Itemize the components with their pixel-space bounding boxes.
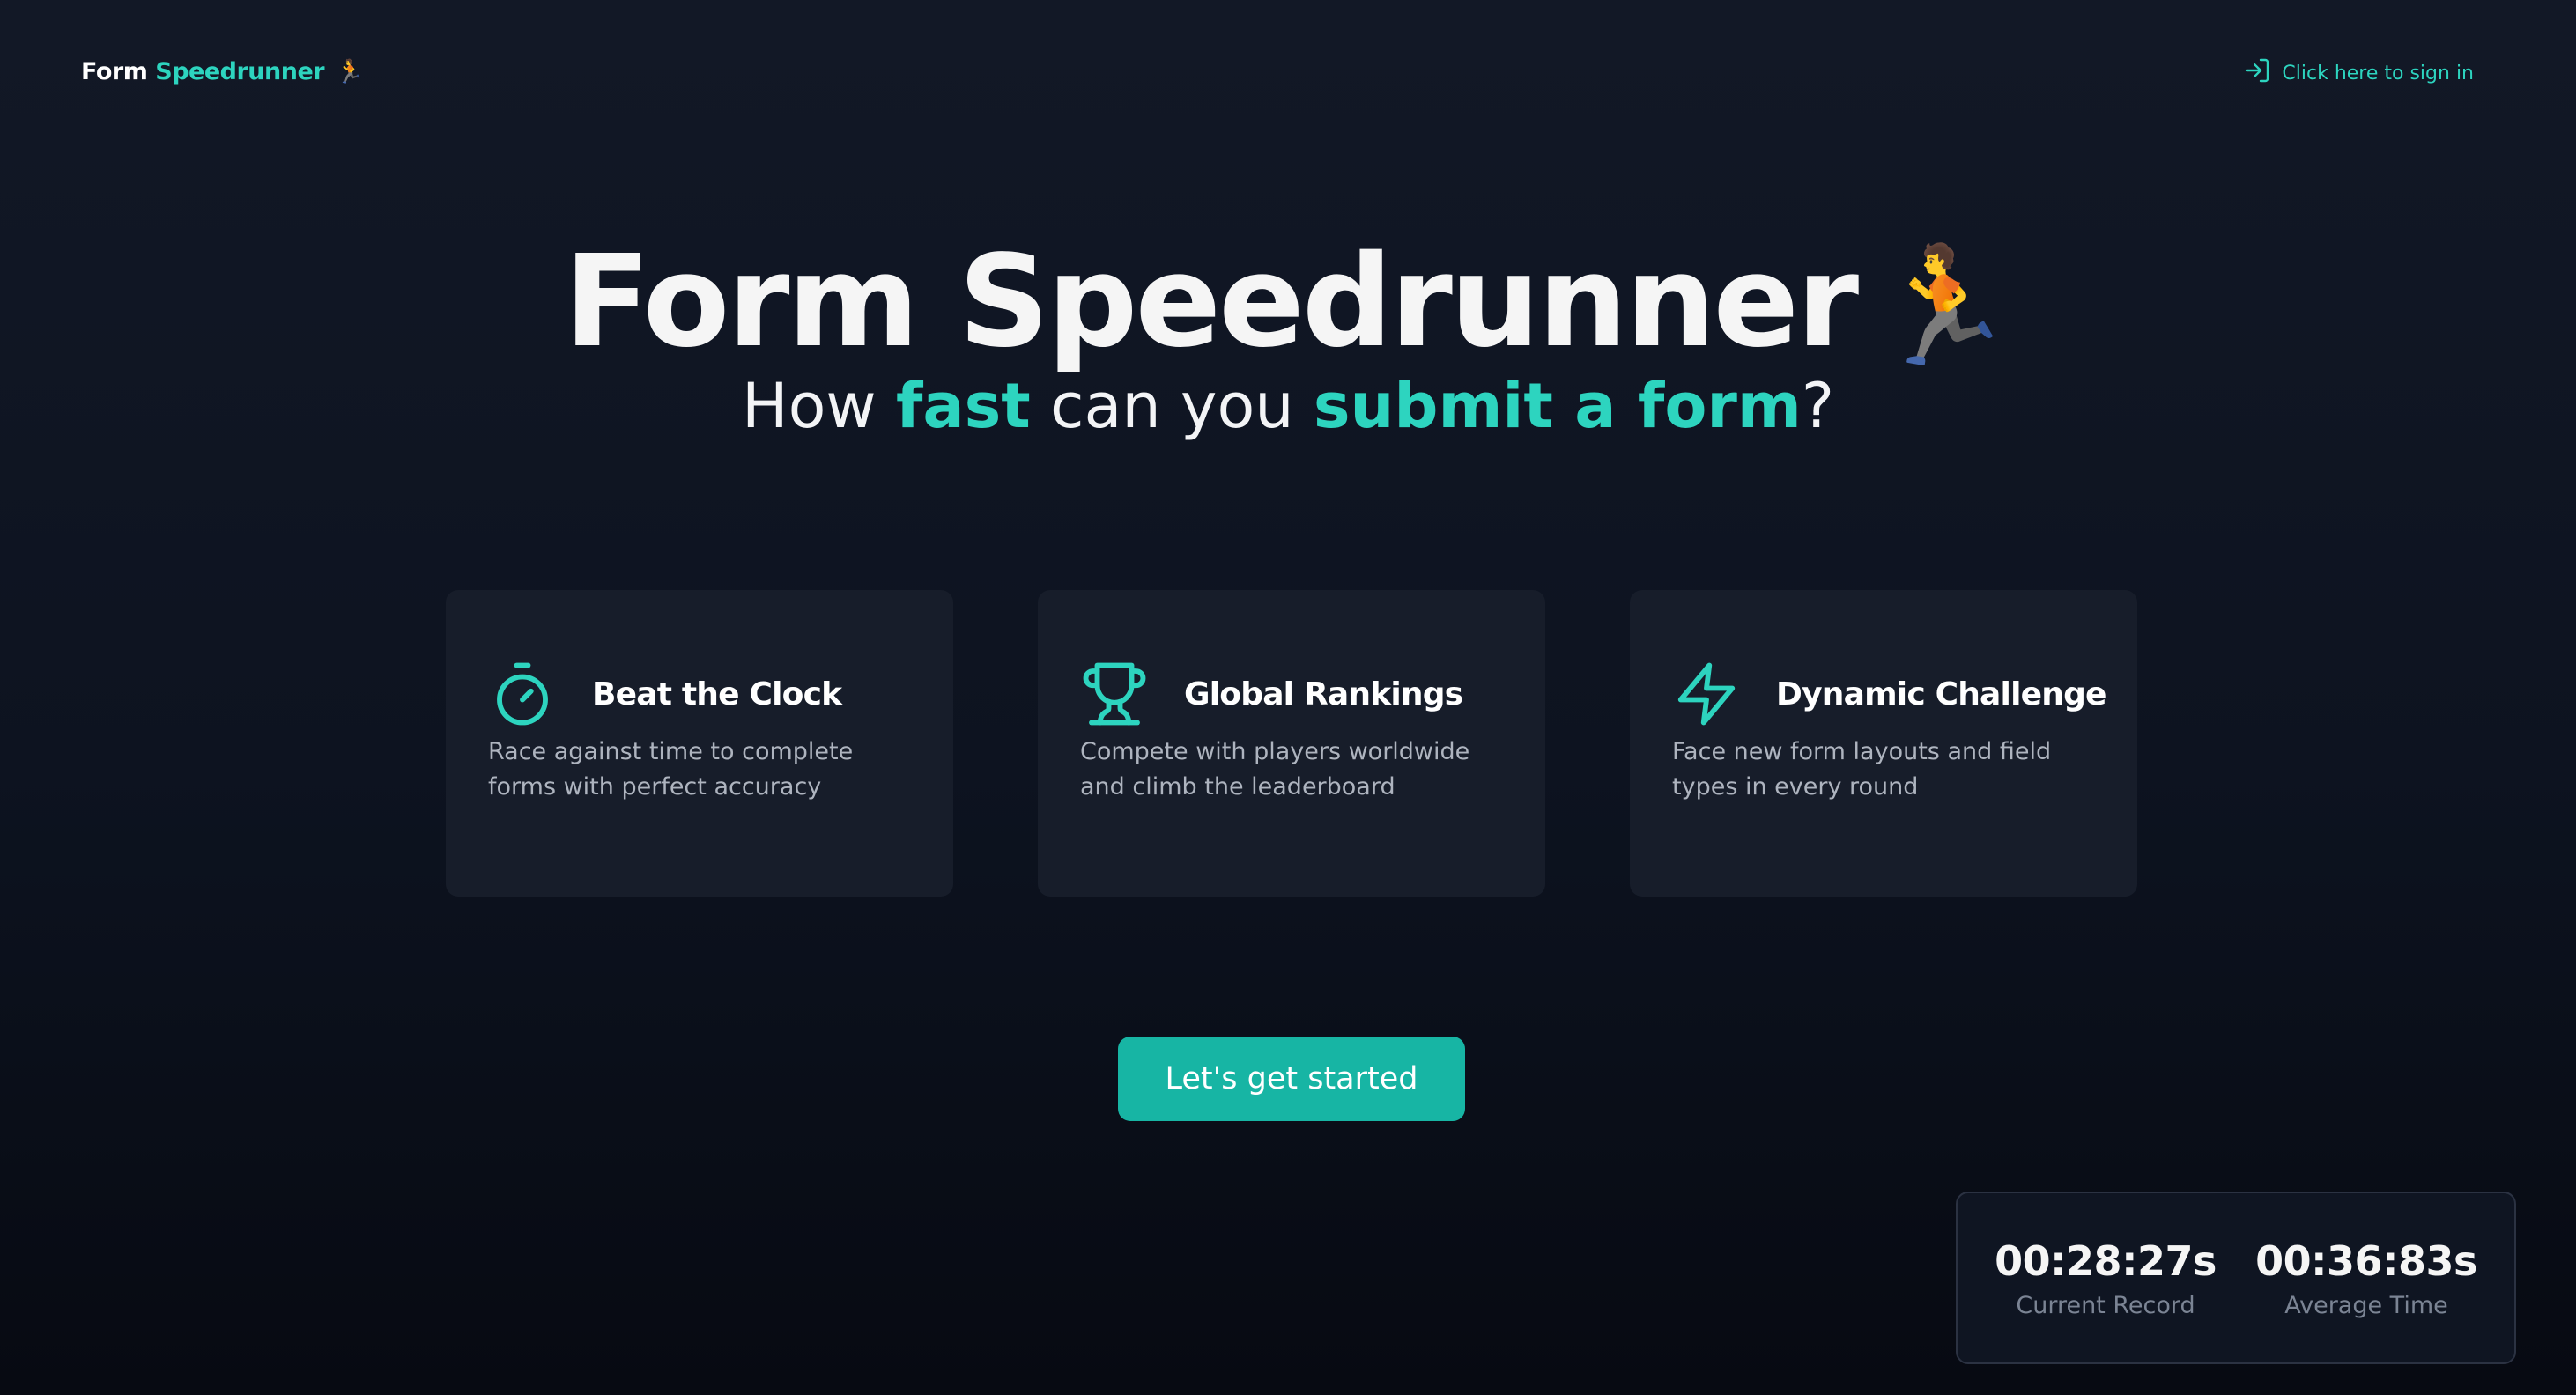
subtitle-part: can you: [1030, 370, 1314, 442]
sign-in-label: Click here to sign in: [2282, 62, 2474, 85]
page-title: Form Speedrunner 🏃: [0, 238, 2576, 365]
subtitle-accent-fast: fast: [895, 370, 1031, 442]
subtitle-accent-submit: submit a form: [1313, 370, 1802, 442]
stats-panel: 00:28:27s Current Record 00:36:83s Avera…: [1956, 1192, 2516, 1364]
runner-emoji-icon: 🏃: [1872, 239, 2015, 373]
stopwatch-icon: [488, 660, 557, 728]
sign-in-icon: [2243, 56, 2271, 90]
trophy-icon: [1080, 660, 1149, 728]
feature-card-global-rankings: Global Rankings Compete with players wor…: [1038, 590, 1545, 897]
page-subtitle: How fast can you submit a form?: [0, 375, 2576, 437]
stat-average-time: 00:36:83s Average Time: [2255, 1237, 2477, 1319]
logo[interactable]: Form Speedrunner 🏃: [81, 58, 364, 85]
logo-word-speedrunner: Speedrunner: [155, 58, 325, 85]
feature-title: Beat the Clock: [592, 675, 842, 712]
logo-word-form: Form: [81, 58, 148, 85]
feature-card-dynamic-challenge: Dynamic Challenge Face new form layouts …: [1630, 590, 2137, 897]
get-started-button[interactable]: Let's get started: [1118, 1037, 1465, 1121]
page-title-text: Form Speedrunner: [564, 227, 1859, 375]
feature-title: Global Rankings: [1184, 675, 1463, 712]
feature-description: Compete with players worldwide and climb…: [1080, 738, 1470, 801]
feature-cards: Beat the Clock Race against time to comp…: [446, 590, 2137, 897]
current-record-label: Current Record: [2016, 1291, 2195, 1319]
average-time-label: Average Time: [2284, 1291, 2448, 1319]
current-record-value: 00:28:27s: [1995, 1236, 2217, 1285]
runner-emoji-icon: 🏃: [336, 59, 364, 85]
stat-current-record: 00:28:27s Current Record: [1995, 1237, 2217, 1319]
feature-description: Face new form layouts and field types in…: [1672, 738, 2052, 801]
subtitle-part: How: [741, 370, 896, 442]
feature-card-beat-the-clock: Beat the Clock Race against time to comp…: [446, 590, 953, 897]
average-time-value: 00:36:83s: [2255, 1236, 2477, 1285]
subtitle-part: ?: [1801, 370, 1835, 442]
sign-in-link[interactable]: Click here to sign in: [2243, 56, 2474, 90]
feature-description: Race against time to complete forms with…: [488, 738, 854, 801]
feature-title: Dynamic Challenge: [1776, 675, 2106, 712]
lightning-icon: [1672, 660, 1741, 728]
